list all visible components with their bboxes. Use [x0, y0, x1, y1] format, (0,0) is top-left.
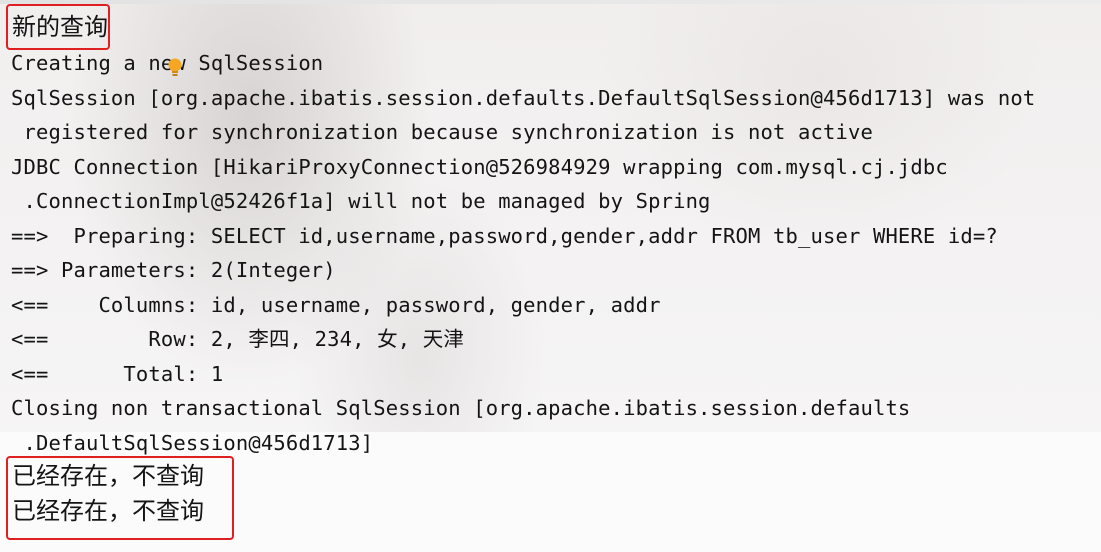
log-line-8: <== Columns: id, username, password, gen… [11, 293, 661, 317]
log-line-10: <== Total: 1 [11, 362, 224, 386]
log-line-5: .ConnectionImpl@52426f1a] will not be ma… [11, 189, 711, 213]
log-line-4: JDBC Connection [HikariProxyConnection@5… [11, 155, 948, 179]
log-line-12: .DefaultSqlSession@456d1713] [11, 431, 374, 455]
log-line-6: ==> Preparing: SELECT id,username,passwo… [11, 224, 998, 248]
log-line-7: ==> Parameters: 2(Integer) [11, 258, 336, 282]
header-highlight-box [6, 4, 110, 50]
lightbulb-cursor-icon [168, 58, 182, 76]
log-line-2: SqlSession [org.apache.ibatis.session.de… [11, 86, 1036, 110]
footer-highlight-box [6, 456, 234, 540]
log-line-9: <== Row: 2, 李四, 234, 女, 天津 [11, 327, 465, 351]
log-line-11: Closing non transactional SqlSession [or… [11, 396, 911, 420]
log-line-3: registered for synchronization because s… [11, 120, 873, 144]
